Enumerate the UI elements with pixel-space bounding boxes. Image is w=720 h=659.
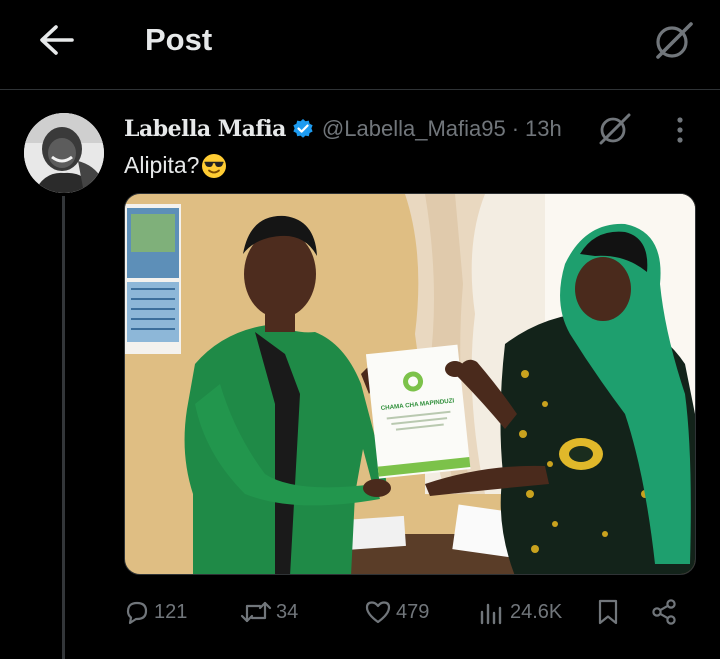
arrow-left-icon	[40, 25, 74, 55]
views-button[interactable]: 24.6K	[478, 590, 562, 634]
analytics-icon	[480, 603, 502, 625]
thread-line	[62, 196, 65, 659]
post-image[interactable]: CHAMA CHA MAPINDUZI	[124, 193, 696, 575]
timestamp[interactable]: 13h	[525, 116, 562, 142]
like-count: 479	[396, 600, 430, 623]
display-name[interactable]: Labella Mafia	[124, 116, 286, 142]
separator-dot: ·	[511, 116, 520, 141]
top-bar: Post	[0, 0, 720, 90]
reply-count: 121	[154, 600, 188, 623]
bookmark-icon	[598, 599, 618, 625]
grok-explain-button[interactable]	[592, 107, 636, 151]
repost-icon	[240, 601, 272, 623]
reply-icon	[126, 601, 148, 625]
back-button[interactable]	[28, 16, 84, 64]
more-options-button[interactable]	[663, 110, 697, 150]
like-button[interactable]: 479	[364, 590, 429, 634]
avatar-image	[24, 113, 104, 193]
avatar[interactable]	[24, 113, 104, 193]
grok-icon	[599, 113, 631, 145]
post-text-content: Alipita?	[124, 152, 200, 178]
photo-certificate-handover: CHAMA CHA MAPINDUZI	[125, 194, 695, 574]
more-vertical-icon	[677, 117, 683, 143]
page-title: Post	[145, 22, 213, 57]
view-count: 24.6K	[510, 600, 563, 623]
share-icon	[652, 599, 676, 625]
share-button[interactable]	[650, 590, 678, 634]
post-header: Labella Mafia @Labella_Mafia95 · 13h	[124, 112, 562, 146]
bookmark-button[interactable]	[596, 590, 620, 634]
heart-icon	[365, 601, 391, 624]
grok-button[interactable]	[645, 13, 701, 69]
grok-icon	[656, 22, 693, 59]
post-text: Alipita?	[124, 152, 227, 179]
verified-badge-icon	[292, 118, 314, 140]
sunglasses-emoji-icon	[201, 153, 227, 179]
repost-count: 34	[276, 600, 299, 623]
reply-button[interactable]: 121	[124, 590, 187, 634]
action-bar: 121 34 479 24.6K	[124, 590, 696, 634]
user-handle[interactable]: @Labella_Mafia95	[322, 116, 506, 142]
repost-button[interactable]: 34	[240, 590, 298, 634]
